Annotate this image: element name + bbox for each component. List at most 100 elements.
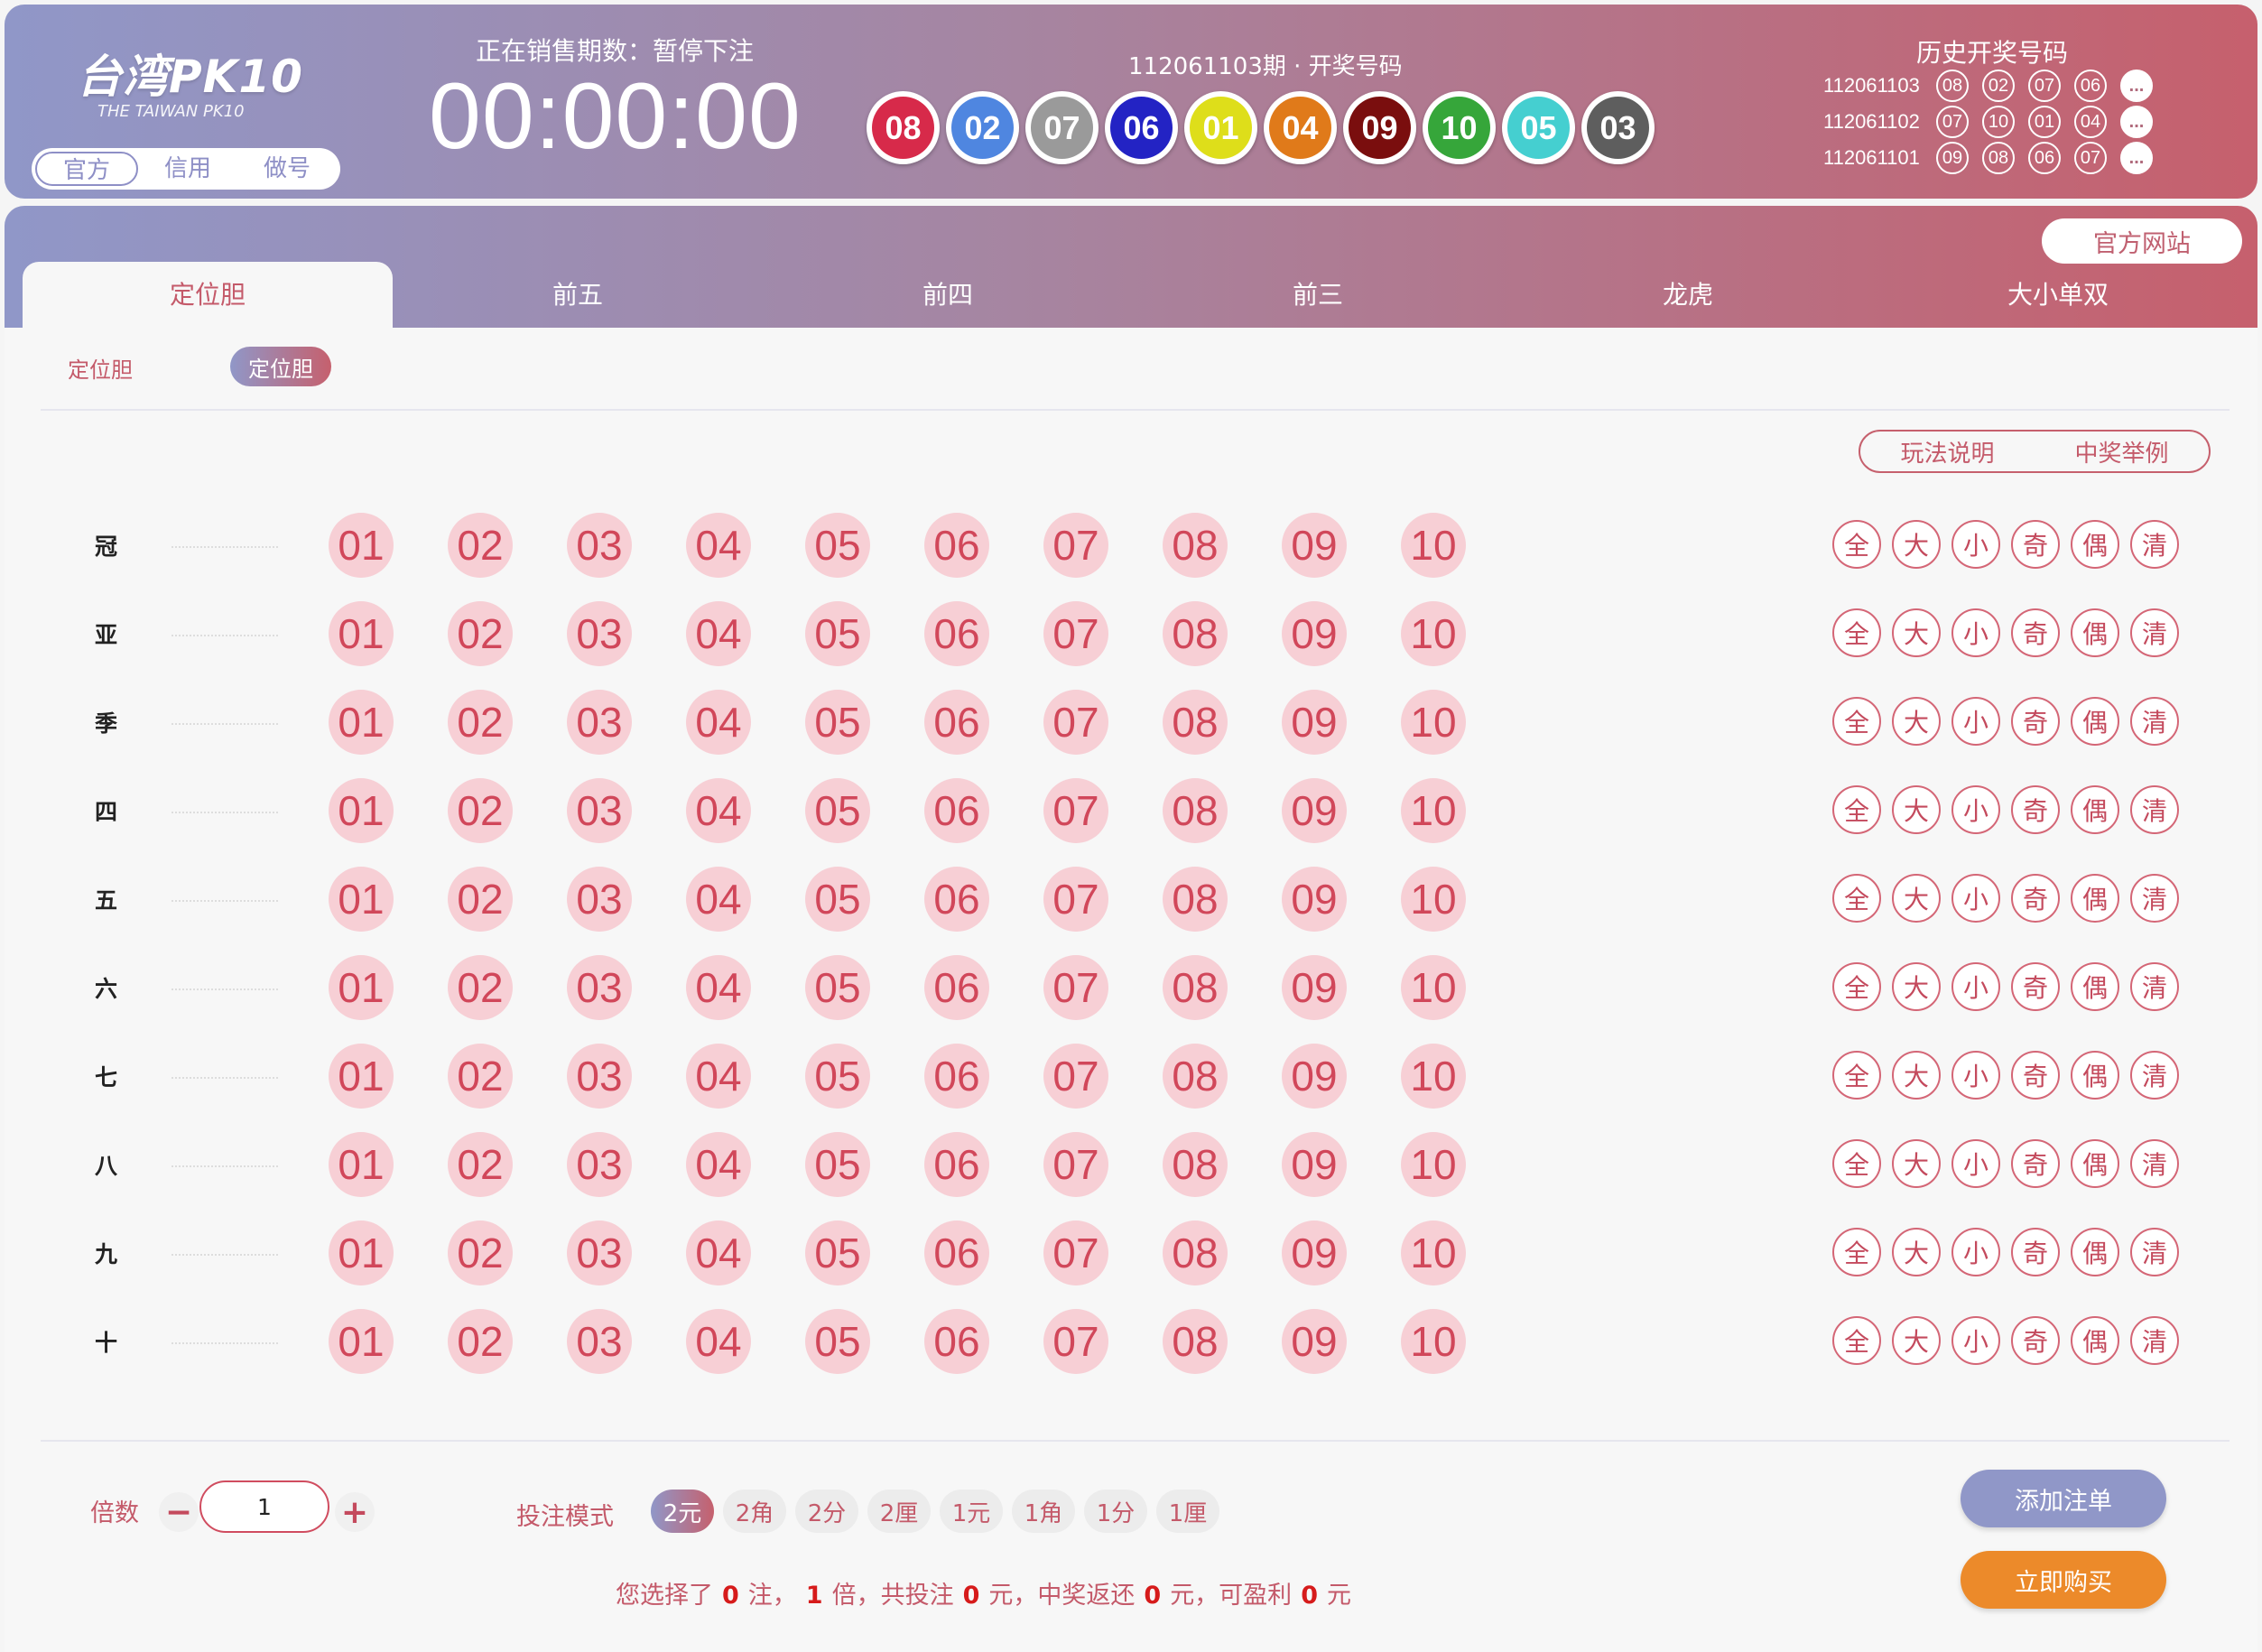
- number-ball-button[interactable]: 04: [686, 1132, 751, 1197]
- number-ball-button[interactable]: 01: [329, 601, 394, 666]
- quick-select-button[interactable]: 小: [1951, 1139, 2000, 1188]
- quick-select-button[interactable]: 全: [1832, 1228, 1881, 1276]
- quick-select-button[interactable]: 全: [1832, 608, 1881, 657]
- number-ball-button[interactable]: 06: [924, 690, 989, 755]
- sub-option-pill[interactable]: 定位胆: [230, 347, 331, 386]
- number-ball-button[interactable]: 09: [1282, 513, 1347, 578]
- quick-select-button[interactable]: 大: [1892, 1051, 1941, 1100]
- number-ball-button[interactable]: 03: [567, 690, 632, 755]
- quick-select-button[interactable]: 奇: [2011, 1228, 2060, 1276]
- number-ball-button[interactable]: 05: [805, 1132, 870, 1197]
- winning-example-button[interactable]: 中奖举例: [2035, 435, 2209, 469]
- bet-unit-option[interactable]: 2角: [723, 1490, 786, 1533]
- number-ball-button[interactable]: 10: [1401, 1044, 1466, 1109]
- number-ball-button[interactable]: 04: [686, 1309, 751, 1374]
- bet-unit-option[interactable]: 2厘: [867, 1490, 931, 1533]
- number-ball-button[interactable]: 06: [924, 601, 989, 666]
- quick-select-button[interactable]: 奇: [2011, 520, 2060, 569]
- quick-select-button[interactable]: 清: [2130, 1139, 2179, 1188]
- number-ball-button[interactable]: 05: [805, 955, 870, 1020]
- number-ball-button[interactable]: 02: [448, 1220, 513, 1285]
- number-ball-button[interactable]: 01: [329, 1220, 394, 1285]
- quick-select-button[interactable]: 偶: [2071, 1051, 2119, 1100]
- mode-tab-credit[interactable]: 信用: [138, 152, 237, 186]
- number-ball-button[interactable]: 05: [805, 1044, 870, 1109]
- number-ball-button[interactable]: 08: [1163, 778, 1228, 843]
- quick-select-button[interactable]: 偶: [2071, 608, 2119, 657]
- quick-select-button[interactable]: 小: [1951, 1051, 2000, 1100]
- number-ball-button[interactable]: 07: [1043, 1309, 1108, 1374]
- quick-select-button[interactable]: 小: [1951, 1228, 2000, 1276]
- number-ball-button[interactable]: 01: [329, 690, 394, 755]
- number-ball-button[interactable]: 09: [1282, 955, 1347, 1020]
- quick-select-button[interactable]: 奇: [2011, 697, 2060, 746]
- number-ball-button[interactable]: 10: [1401, 1132, 1466, 1197]
- number-ball-button[interactable]: 07: [1043, 601, 1108, 666]
- quick-select-button[interactable]: 偶: [2071, 1316, 2119, 1365]
- history-more-button[interactable]: ...: [2120, 142, 2153, 174]
- tab-play-type[interactable]: 定位胆: [23, 262, 393, 328]
- quick-select-button[interactable]: 大: [1892, 520, 1941, 569]
- number-ball-button[interactable]: 10: [1401, 601, 1466, 666]
- number-ball-button[interactable]: 03: [567, 955, 632, 1020]
- number-ball-button[interactable]: 09: [1282, 1044, 1347, 1109]
- quick-select-button[interactable]: 全: [1832, 1051, 1881, 1100]
- quick-select-button[interactable]: 大: [1892, 1316, 1941, 1365]
- buy-now-button[interactable]: 立即购买: [1961, 1551, 2166, 1609]
- bet-unit-option[interactable]: 1元: [940, 1490, 1003, 1533]
- number-ball-button[interactable]: 03: [567, 601, 632, 666]
- number-ball-button[interactable]: 02: [448, 1132, 513, 1197]
- number-ball-button[interactable]: 08: [1163, 1309, 1228, 1374]
- mode-tab-official[interactable]: 官方: [35, 152, 138, 186]
- number-ball-button[interactable]: 08: [1163, 1044, 1228, 1109]
- number-ball-button[interactable]: 03: [567, 1220, 632, 1285]
- quick-select-button[interactable]: 全: [1832, 874, 1881, 923]
- multiplier-input[interactable]: [199, 1480, 329, 1533]
- quick-select-button[interactable]: 清: [2130, 785, 2179, 834]
- number-ball-button[interactable]: 04: [686, 955, 751, 1020]
- quick-select-button[interactable]: 奇: [2011, 785, 2060, 834]
- number-ball-button[interactable]: 05: [805, 1309, 870, 1374]
- number-ball-button[interactable]: 10: [1401, 1220, 1466, 1285]
- number-ball-button[interactable]: 07: [1043, 1220, 1108, 1285]
- quick-select-button[interactable]: 奇: [2011, 608, 2060, 657]
- quick-select-button[interactable]: 清: [2130, 1316, 2179, 1365]
- mode-tab-make-number[interactable]: 做号: [237, 152, 337, 186]
- number-ball-button[interactable]: 10: [1401, 513, 1466, 578]
- quick-select-button[interactable]: 清: [2130, 520, 2179, 569]
- number-ball-button[interactable]: 04: [686, 867, 751, 932]
- quick-select-button[interactable]: 清: [2130, 697, 2179, 746]
- number-ball-button[interactable]: 09: [1282, 778, 1347, 843]
- quick-select-button[interactable]: 偶: [2071, 874, 2119, 923]
- quick-select-button[interactable]: 清: [2130, 874, 2179, 923]
- bet-unit-option[interactable]: 1厘: [1156, 1490, 1219, 1533]
- quick-select-button[interactable]: 小: [1951, 1316, 2000, 1365]
- number-ball-button[interactable]: 04: [686, 1044, 751, 1109]
- number-ball-button[interactable]: 03: [567, 1309, 632, 1374]
- tab-play-type[interactable]: 前三: [1133, 262, 1503, 328]
- quick-select-button[interactable]: 大: [1892, 962, 1941, 1011]
- number-ball-button[interactable]: 01: [329, 778, 394, 843]
- number-ball-button[interactable]: 05: [805, 513, 870, 578]
- number-ball-button[interactable]: 08: [1163, 1132, 1228, 1197]
- number-ball-button[interactable]: 04: [686, 513, 751, 578]
- number-ball-button[interactable]: 10: [1401, 690, 1466, 755]
- number-ball-button[interactable]: 06: [924, 1309, 989, 1374]
- number-ball-button[interactable]: 01: [329, 867, 394, 932]
- rules-button[interactable]: 玩法说明: [1860, 435, 2035, 469]
- number-ball-button[interactable]: 01: [329, 955, 394, 1020]
- multiplier-minus-button[interactable]: −: [159, 1492, 199, 1532]
- quick-select-button[interactable]: 清: [2130, 608, 2179, 657]
- number-ball-button[interactable]: 02: [448, 1309, 513, 1374]
- number-ball-button[interactable]: 02: [448, 513, 513, 578]
- number-ball-button[interactable]: 05: [805, 778, 870, 843]
- quick-select-button[interactable]: 大: [1892, 1139, 1941, 1188]
- quick-select-button[interactable]: 偶: [2071, 785, 2119, 834]
- number-ball-button[interactable]: 05: [805, 601, 870, 666]
- number-ball-button[interactable]: 07: [1043, 1132, 1108, 1197]
- quick-select-button[interactable]: 全: [1832, 962, 1881, 1011]
- add-to-slip-button[interactable]: 添加注单: [1961, 1470, 2166, 1527]
- number-ball-button[interactable]: 01: [329, 1132, 394, 1197]
- number-ball-button[interactable]: 08: [1163, 867, 1228, 932]
- quick-select-button[interactable]: 偶: [2071, 1228, 2119, 1276]
